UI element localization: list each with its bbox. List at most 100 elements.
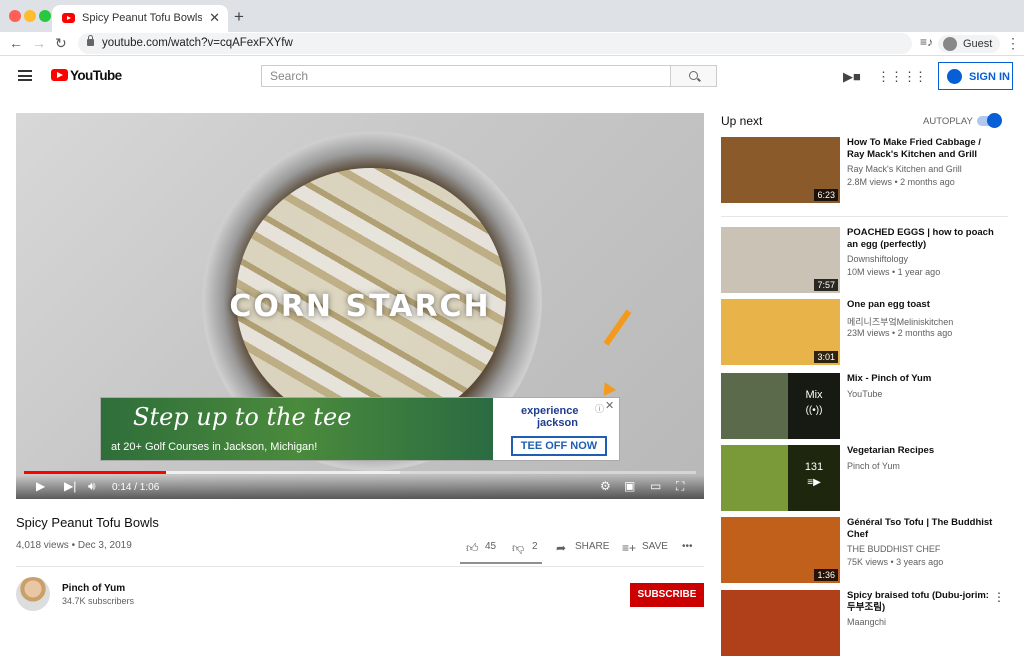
share-button[interactable]: SHARE (575, 541, 609, 552)
recommendation-item[interactable]: 131 ≡▶ Vegetarian Recipes Pinch of Yum (721, 445, 1011, 511)
recommendation-item[interactable]: 3:01 One pan egg toast 메리니즈부엌Meliniskitc… (721, 299, 1011, 365)
channel-name[interactable]: Pinch of Yum (62, 583, 125, 594)
youtube-logo-icon[interactable] (51, 69, 68, 81)
apps-grid-icon[interactable]: ⋮⋮⋮ (877, 69, 916, 85)
recommendation-channel: Maangchi (847, 617, 887, 627)
browser-tab[interactable]: Spicy Peanut Tofu Bowls - YouTube ✕ (52, 5, 228, 32)
miniplayer-icon[interactable]: ▣ (624, 479, 635, 493)
more-actions-icon[interactable]: ••• (682, 541, 693, 552)
recommendation-item[interactable]: 1:36 Général Tso Tofu | The Buddhist Che… (721, 517, 1011, 583)
forward-icon[interactable]: → (32, 35, 46, 51)
player-controls: ▶ ▶| 🔊︎ 0:14 / 1:06 ⚙ ▣ ▭ ⛶ (16, 475, 704, 499)
recommendation-title[interactable]: How To Make Fried Cabbage / Ray Mack's K… (847, 137, 997, 160)
youtube-favicon-icon (62, 13, 75, 23)
next-icon[interactable]: ▶| (64, 479, 76, 493)
recommendation-title[interactable]: Mix - Pinch of Yum (847, 373, 997, 385)
recommendation-title[interactable]: One pan egg toast (847, 299, 997, 311)
search-button[interactable] (671, 65, 717, 87)
new-tab-button[interactable]: + (234, 7, 244, 27)
profile-button[interactable]: Guest (938, 35, 1000, 53)
like-count[interactable]: 45 (485, 541, 496, 552)
duration-badge: 7:57 (814, 279, 838, 291)
settings-gear-icon[interactable]: ⚙ (600, 479, 611, 493)
like-ratio-bar (460, 562, 542, 564)
recommendation-title[interactable]: Vegetarian Recipes (847, 445, 997, 457)
video-title: Spicy Peanut Tofu Bowls (16, 515, 159, 530)
ad-info-icon[interactable]: ⓘ (595, 402, 604, 415)
back-icon[interactable]: ← (9, 35, 23, 51)
subscribe-button[interactable]: SUBSCRIBE (630, 583, 704, 607)
recommendation-channel: YouTube (847, 389, 883, 399)
dislike-count[interactable]: 2 (532, 541, 538, 552)
guest-avatar-icon (943, 37, 957, 51)
ad-cta-button[interactable]: TEE OFF NOW (511, 436, 607, 456)
browser-menu-icon[interactable]: ⋮ (1006, 35, 1020, 52)
mix-overlay: Mix ((•)) (788, 373, 840, 439)
recommendation-views: 2.8M views • 2 months ago (847, 177, 955, 187)
minimize-window-button[interactable] (24, 10, 36, 22)
playlist-count: 131 (804, 461, 824, 473)
toggle-knob (987, 113, 1002, 128)
progress-played (24, 471, 167, 474)
playlist-thumbnail[interactable]: 131 ≡▶ (721, 445, 840, 511)
browser-tab-bar: Spicy Peanut Tofu Bowls - YouTube ✕ + (0, 0, 1024, 32)
recommendation-item[interactable]: Spicy braised tofu (Dubu-jorim: 두부조림) Ma… (721, 590, 1011, 656)
recommendation-channel: Pinch of Yum (847, 461, 900, 471)
video-thumbnail[interactable]: 3:01 (721, 299, 840, 365)
recommendation-title[interactable]: POACHED EGGS | how to poach an egg (perf… (847, 227, 997, 250)
overlay-ad[interactable]: Step up to the tee at 20+ Golf Courses i… (100, 397, 620, 461)
video-player[interactable]: CORN STARCH Step up to the tee at 20+ Go… (16, 113, 704, 499)
recommendation-item[interactable]: Mix ((•)) Mix - Pinch of Yum YouTube (721, 373, 1011, 439)
ad-close-icon[interactable]: ✕ (605, 399, 614, 412)
recommendation-channel: Downshiftology (847, 254, 909, 264)
tab-title: Spicy Peanut Tofu Bowls - YouTube (82, 12, 202, 24)
youtube-logo-text[interactable]: YouTube (70, 68, 122, 83)
recommendation-channel: Ray Mack's Kitchen and Grill (847, 164, 962, 174)
close-window-button[interactable] (9, 10, 21, 22)
recommendation-title[interactable]: Général Tso Tofu | The Buddhist Chef (847, 517, 997, 540)
search-input[interactable]: Search (261, 65, 671, 87)
video-thumbnail[interactable] (721, 590, 840, 656)
tab-close-icon[interactable]: ✕ (209, 10, 220, 26)
video-thumbnail[interactable]: 7:57 (721, 227, 840, 293)
share-icon[interactable]: ➦ (556, 541, 566, 555)
profile-label: Guest (963, 38, 993, 50)
sign-in-button[interactable]: SIGN IN (938, 62, 1013, 90)
recommendation-item[interactable]: 7:57 POACHED EGGS | how to poach an egg … (721, 227, 1011, 293)
youtube-header: YouTube Search ▶■ ⋮⋮⋮ ⋮ (0, 56, 1024, 96)
up-next-divider (721, 216, 1008, 217)
video-overlay-text: CORN STARCH (229, 289, 491, 324)
create-video-icon[interactable]: ▶■ (843, 69, 861, 85)
recommendation-title[interactable]: Spicy braised tofu (Dubu-jorim: 두부조림) (847, 590, 997, 613)
like-icon[interactable]: 👍︎ (466, 541, 479, 556)
autoplay-toggle[interactable] (977, 113, 1002, 128)
ad-headline: Step up to the tee (133, 403, 352, 431)
playlist-thumbnail[interactable]: Mix ((•)) (721, 373, 840, 439)
reload-icon[interactable]: ↻ (55, 35, 67, 52)
url-field[interactable]: youtube.com/watch?v=cqAFexFXYfw (78, 33, 912, 54)
theater-mode-icon[interactable]: ▭ (650, 479, 661, 493)
hamburger-menu-icon[interactable] (18, 70, 32, 81)
volume-icon[interactable]: 🔊︎ (88, 479, 96, 494)
recommendation-channel: 메리니즈부엌Meliniskitchen (847, 317, 954, 327)
channel-avatar[interactable] (16, 577, 50, 611)
ad-brand-line2: jackson (537, 417, 578, 429)
media-control-icon[interactable]: ≡♪ (920, 35, 933, 49)
ad-brand-line1: experience (521, 405, 579, 417)
progress-bar[interactable] (24, 471, 696, 474)
ad-subline: at 20+ Golf Courses in Jackson, Michigan… (111, 441, 318, 453)
video-thumbnail[interactable]: 6:23 (721, 137, 840, 203)
recommendation-item[interactable]: 6:23 How To Make Fried Cabbage / Ray Mac… (721, 137, 1011, 203)
sign-in-label: SIGN IN (969, 71, 1010, 83)
recommendation-channel: THE BUDDHIST CHEF (847, 544, 941, 554)
video-thumbnail[interactable]: 1:36 (721, 517, 840, 583)
settings-menu-icon[interactable]: ⋮ (914, 69, 927, 85)
save-icon[interactable]: ≡+ (622, 541, 636, 555)
dislike-icon[interactable]: 👎︎ (512, 541, 524, 556)
save-button[interactable]: SAVE (642, 541, 668, 552)
fullscreen-icon[interactable]: ⛶ (676, 479, 684, 494)
item-menu-icon[interactable]: ⋮ (993, 590, 1005, 604)
zoom-window-button[interactable] (39, 10, 51, 22)
search-icon (689, 71, 698, 80)
play-icon[interactable]: ▶ (36, 479, 45, 493)
